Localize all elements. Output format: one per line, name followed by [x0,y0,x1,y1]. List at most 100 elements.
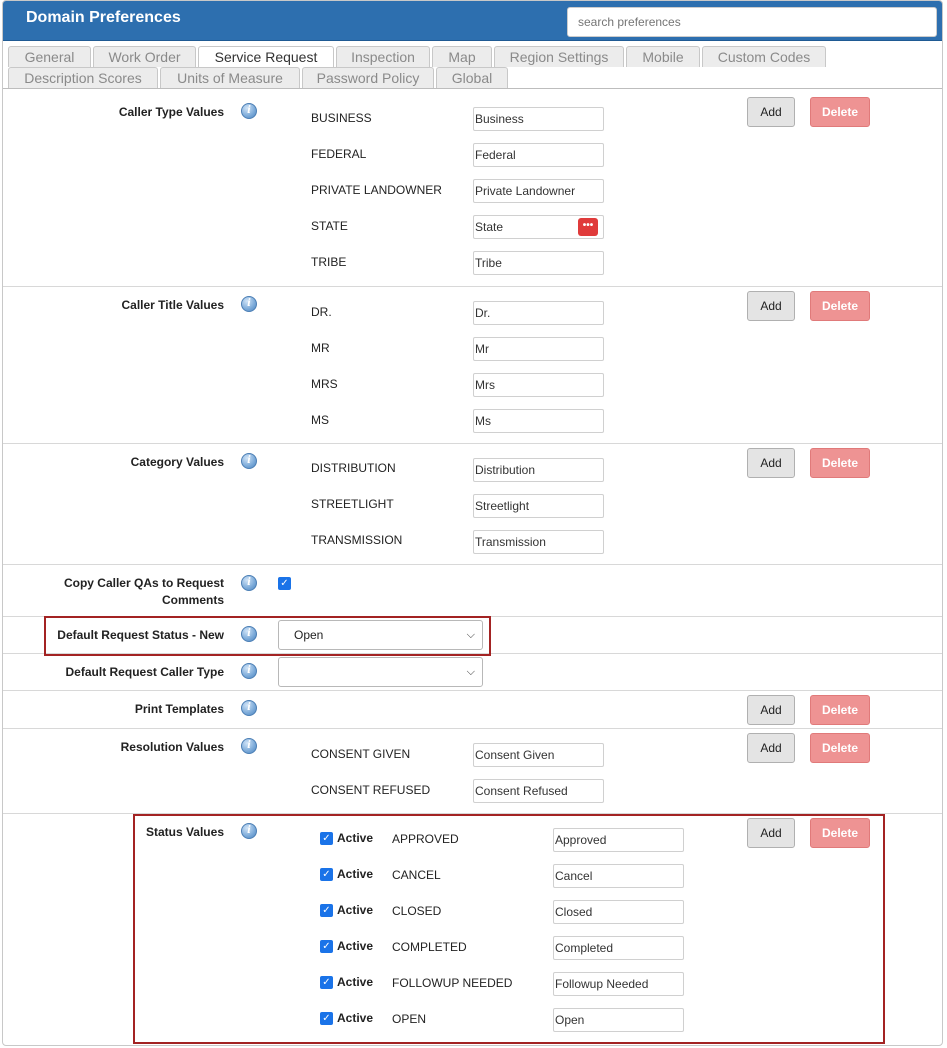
caller-type-value-input[interactable]: Business [473,107,604,131]
resolution-delete-button[interactable]: Delete [810,733,870,763]
category-value-input[interactable]: Transmission [473,530,604,554]
caller-type-value-input[interactable]: Federal [473,143,604,167]
caller-type-value-input[interactable]: Private Landowner [473,179,604,203]
tab-work-order[interactable]: Work Order [93,46,196,67]
status-active-checkbox[interactable]: ✓ [320,868,333,881]
caller-type-label: Caller Type Values [118,105,224,119]
copy-caller-section: Copy Caller QAs to Request Comments i ✓ [3,566,942,617]
status-value-input[interactable]: Cancel [553,864,684,888]
print-templates-delete-button[interactable]: Delete [810,695,870,725]
info-icon[interactable]: i [241,626,257,642]
info-icon[interactable]: i [241,823,257,839]
caller-title-section: Caller Title Values i DR. Dr. MR Mr MRS … [3,288,942,444]
status-add-button[interactable]: Add [747,818,795,848]
copy-caller-label-line1: Copy Caller QAs to Request [63,576,224,590]
info-icon[interactable]: i [241,663,257,679]
tab-general[interactable]: General [8,46,91,67]
status-active-checkbox[interactable]: ✓ [320,940,333,953]
caller-type-value-text: State [475,220,504,234]
copy-caller-label-line2: Comments [161,593,224,607]
default-caller-type-label: Default Request Caller Type [65,665,224,679]
status-code: FOLLOWUP NEEDED [392,976,513,990]
caller-title-label: Caller Title Values [121,298,225,312]
chevron-down-icon: ⌵ [466,629,475,641]
status-code: OPEN [392,1012,427,1026]
info-icon[interactable]: i [241,738,257,754]
info-icon[interactable]: i [241,296,257,312]
default-status-section: Default Request Status - New i Open ⌵ [3,618,942,654]
caller-type-code: STATE [311,219,348,233]
tab-description-scores[interactable]: Description Scores [8,67,158,88]
status-label: Status Values [145,825,224,839]
search-input[interactable] [567,7,937,37]
caller-title-delete-button[interactable]: Delete [810,291,870,321]
caller-title-value-input[interactable]: Mr [473,337,604,361]
resolution-code: CONSENT REFUSED [311,783,431,797]
category-delete-button[interactable]: Delete [810,448,870,478]
status-active-label: Active [337,1011,374,1025]
caller-type-add-button[interactable]: Add [747,97,795,127]
resolution-label: Resolution Values [120,740,224,754]
category-value-input[interactable]: Distribution [473,458,604,482]
print-templates-add-button[interactable]: Add [747,695,795,725]
info-icon[interactable]: i [241,575,257,591]
resolution-value-input[interactable]: Consent Given [473,743,604,767]
category-add-button[interactable]: Add [747,448,795,478]
domain-preferences-window: Domain Preferences General Work Order Se… [2,0,943,1046]
tab-units-of-measure[interactable]: Units of Measure [160,67,300,88]
caller-title-add-button[interactable]: Add [747,291,795,321]
password-manager-icon[interactable]: ••• [578,218,598,236]
info-icon[interactable]: i [241,700,257,716]
caller-title-value-input[interactable]: Dr. [473,301,604,325]
category-code: STREETLIGHT [311,497,394,511]
caller-type-section: Caller Type Values i BUSINESS Business F… [3,89,942,287]
status-active-checkbox[interactable]: ✓ [320,976,333,989]
tab-bar: General Work Order Service Request Inspe… [3,46,942,90]
status-code: APPROVED [392,832,459,846]
tab-global[interactable]: Global [436,67,508,88]
status-active-checkbox[interactable]: ✓ [320,1012,333,1025]
status-section: Status Values i ✓ Active APPROVED Approv… [3,815,942,1045]
titlebar: Domain Preferences [3,1,942,41]
status-active-label: Active [337,939,374,953]
info-icon[interactable]: i [241,453,257,469]
category-value-input[interactable]: Streetlight [473,494,604,518]
caller-type-value-input[interactable]: Tribe [473,251,604,275]
copy-caller-checkbox[interactable]: ✓ [278,577,291,590]
status-code: CLOSED [392,904,442,918]
tab-custom-codes[interactable]: Custom Codes [702,46,826,67]
caller-title-value-input[interactable]: Ms [473,409,604,433]
caller-type-code: PRIVATE LANDOWNER [311,183,442,197]
tab-service-request[interactable]: Service Request [198,46,334,68]
status-active-label: Active [337,867,374,881]
tab-mobile[interactable]: Mobile [626,46,700,67]
default-caller-type-section: Default Request Caller Type i ⌵ [3,655,942,691]
resolution-section: Resolution Values i CONSENT GIVEN Consen… [3,730,942,814]
status-value-input[interactable]: Closed [553,900,684,924]
caller-type-code: TRIBE [311,255,347,269]
status-value-input[interactable]: Followup Needed [553,972,684,996]
resolution-value-input[interactable]: Consent Refused [473,779,604,803]
default-status-selected: Open [294,628,324,642]
caller-type-code: FEDERAL [311,147,367,161]
caller-title-code: MR [311,341,330,355]
caller-title-value-input[interactable]: Mrs [473,373,604,397]
info-icon[interactable]: i [241,103,257,119]
status-active-checkbox[interactable]: ✓ [320,904,333,917]
status-code: CANCEL [392,868,441,882]
status-delete-button[interactable]: Delete [810,818,870,848]
chevron-down-icon: ⌵ [466,666,475,678]
status-value-input[interactable]: Completed [553,936,684,960]
tab-password-policy[interactable]: Password Policy [302,67,434,88]
tab-region-settings[interactable]: Region Settings [494,46,624,67]
status-value-input[interactable]: Approved [553,828,684,852]
resolution-add-button[interactable]: Add [747,733,795,763]
default-status-select[interactable]: Open ⌵ [278,620,483,650]
caller-type-delete-button[interactable]: Delete [810,97,870,127]
status-value-input[interactable]: Open [553,1008,684,1032]
tab-map[interactable]: Map [432,46,492,67]
default-caller-type-select[interactable]: ⌵ [278,657,483,687]
status-active-checkbox[interactable]: ✓ [320,832,333,845]
tab-inspection[interactable]: Inspection [336,46,430,67]
caller-type-value-input[interactable]: State ••• [473,215,604,239]
